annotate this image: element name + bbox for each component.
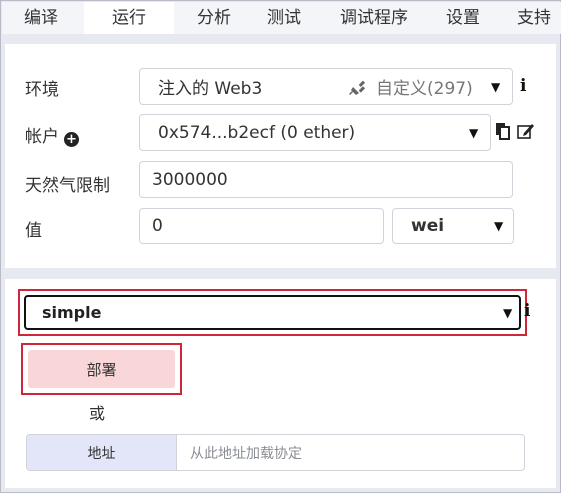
deploy-button-highlight: 部署	[21, 343, 182, 395]
value-input[interactable]: 0	[139, 208, 384, 244]
value-amount: 0	[152, 216, 163, 236]
chevron-down-icon: ▼	[469, 125, 479, 140]
run-panel-window: 编译 运行 分析 测试 调试程序 设置 支持 环境 注入的 Web3 自定义(2…	[0, 0, 561, 493]
plus-circle-icon[interactable]: +	[64, 132, 79, 147]
contract-select[interactable]: simple ▼	[24, 295, 521, 330]
chevron-down-icon: ▼	[503, 305, 513, 320]
settings-panel: 环境 注入的 Web3 自定义(297) ▼ i 帐户 + 0x574...b2…	[5, 44, 556, 268]
account-label-text: 帐户	[25, 127, 59, 147]
chevron-down-icon: ▼	[494, 219, 504, 233]
contract-select-highlight: simple ▼	[18, 289, 527, 336]
network-label: 自定义(297)	[376, 79, 473, 99]
tab-compile[interactable]: 编译	[2, 2, 80, 34]
tab-settings[interactable]: 设置	[428, 2, 498, 34]
account-label: 帐户 +	[25, 122, 79, 147]
environment-label: 环境	[25, 80, 59, 100]
tab-testing[interactable]: 测试	[250, 2, 318, 34]
copy-icon[interactable]	[495, 122, 511, 144]
value-label: 值	[25, 221, 42, 241]
or-label: 或	[89, 404, 106, 423]
at-address-button[interactable]: 地址	[27, 435, 177, 470]
environment-select[interactable]: 注入的 Web3 自定义(297) ▼	[139, 68, 513, 105]
contract-selected: simple	[42, 303, 102, 322]
chevron-down-icon: ▼	[491, 79, 501, 94]
info-icon[interactable]: i	[524, 301, 530, 321]
tab-run[interactable]: 运行	[84, 2, 174, 34]
tab-support[interactable]: 支持	[500, 2, 561, 34]
tab-analysis[interactable]: 分析	[178, 2, 250, 34]
value-unit: wei	[411, 216, 445, 236]
plug-icon	[348, 69, 368, 104]
value-unit-select[interactable]: wei ▼	[392, 208, 514, 244]
gas-limit-label: 天然气限制	[25, 176, 110, 196]
deploy-button[interactable]: 部署	[28, 350, 175, 388]
account-select[interactable]: 0x574...b2ecf (0 ether) ▼	[139, 114, 491, 151]
account-value: 0x574...b2ecf (0 ether)	[158, 122, 356, 143]
tab-debugger[interactable]: 调试程序	[324, 2, 424, 34]
info-icon[interactable]: i	[520, 76, 526, 96]
edit-icon[interactable]	[517, 122, 535, 144]
at-address-group: 地址 从此地址加载协定	[26, 434, 525, 471]
gas-limit-input[interactable]: 3000000	[139, 161, 513, 198]
environment-value: 注入的 Web3	[158, 79, 263, 99]
contract-panel: simple ▼ i 部署 或 地址 从此地址加载协定	[5, 279, 556, 488]
tab-bar: 编译 运行 分析 测试 调试程序 设置 支持	[2, 2, 561, 34]
gas-limit-value: 3000000	[152, 169, 228, 190]
at-address-input[interactable]: 从此地址加载协定	[178, 435, 524, 470]
